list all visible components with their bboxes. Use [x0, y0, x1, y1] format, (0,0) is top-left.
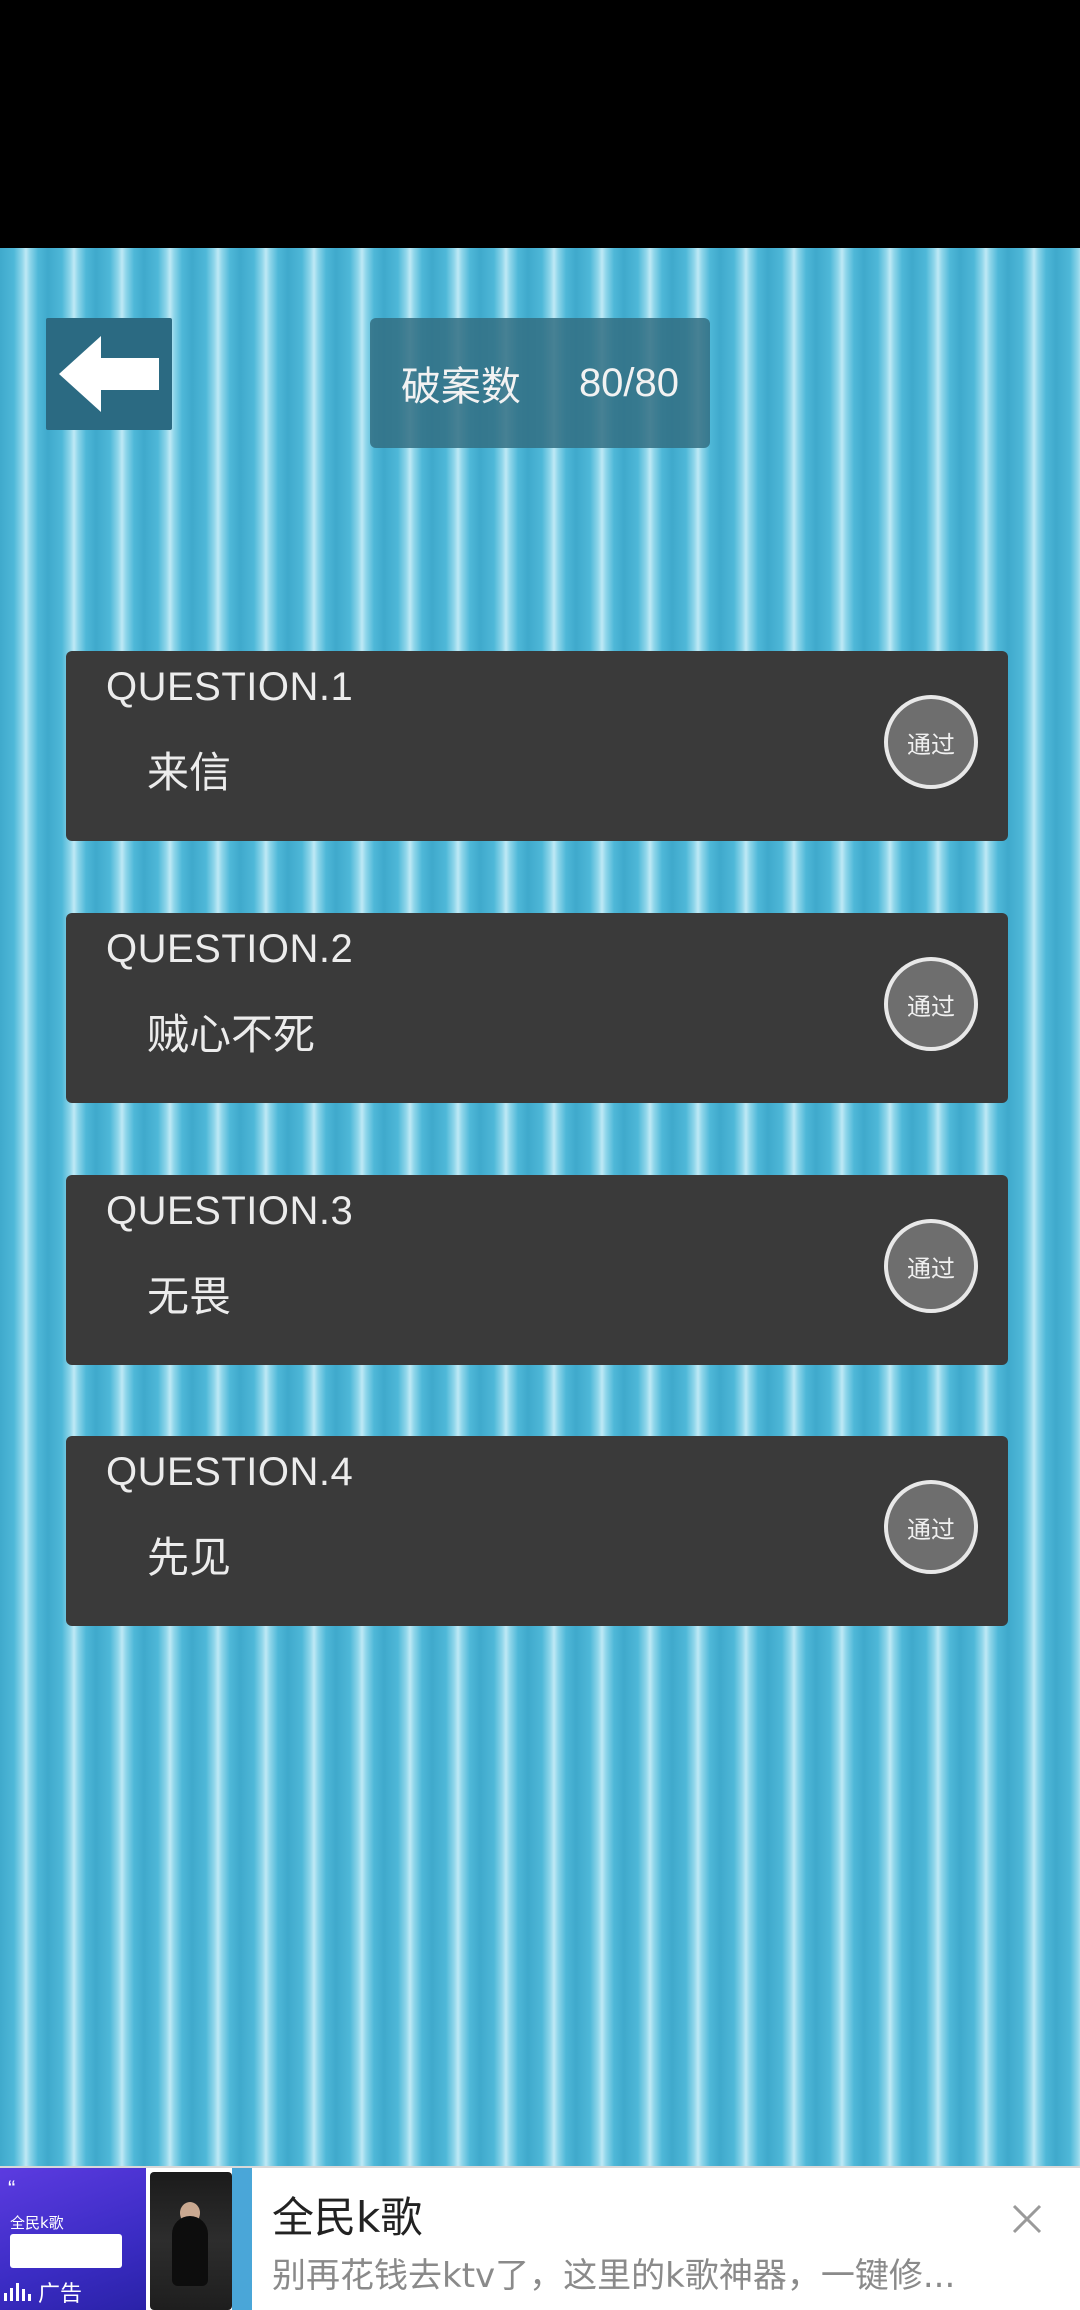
question-card-3[interactable]: QUESTION.3 无畏 通过 — [66, 1175, 1008, 1365]
back-arrow-icon — [59, 336, 159, 412]
question-title: QUESTION.2 — [106, 927, 354, 971]
question-name: 先见 — [147, 1533, 232, 1582]
ad-accent-strip — [232, 2168, 252, 2310]
question-name: 来信 — [147, 748, 232, 797]
pass-badge[interactable]: 通过 — [884, 1219, 978, 1313]
ad-thumb-box — [10, 2234, 122, 2268]
question-title: QUESTION.3 — [106, 1189, 354, 1233]
quote-icon: “ — [8, 2176, 16, 2201]
ad-tag: 广告 — [4, 2276, 82, 2308]
question-name: 贼心不死 — [147, 1010, 316, 1059]
ad-divider — [0, 2166, 1080, 2168]
score-label: 破案数 — [400, 364, 521, 410]
score-value: 80/80 — [578, 360, 680, 405]
sound-wave-icon — [4, 2283, 31, 2301]
ad-thumb-text: 全民k歌 — [10, 2214, 64, 2232]
close-icon — [1012, 2204, 1042, 2234]
person-figure — [172, 2216, 208, 2286]
question-name: 无畏 — [147, 1272, 232, 1321]
ad-close-button[interactable] — [1002, 2194, 1052, 2244]
question-card-4[interactable]: QUESTION.4 先见 通过 — [66, 1436, 1008, 1626]
question-card-1[interactable]: QUESTION.1 来信 通过 — [66, 651, 1008, 841]
ad-thumbnail-promo[interactable]: “ 全民k歌 广告 — [0, 2168, 146, 2310]
ad-banner[interactable]: “ 全民k歌 广告 全民k歌 别再花钱去ktv了，这里的k歌神器，一键修... — [0, 2166, 1080, 2310]
question-card-2[interactable]: QUESTION.2 贼心不死 通过 — [66, 913, 1008, 1103]
pass-badge[interactable]: 通过 — [884, 957, 978, 1051]
ad-description[interactable]: 别再花钱去ktv了，这里的k歌神器，一键修... — [272, 2248, 992, 2297]
question-title: QUESTION.4 — [106, 1450, 354, 1494]
ad-thumbnail-photo[interactable] — [150, 2172, 232, 2310]
pass-badge[interactable]: 通过 — [884, 1480, 978, 1574]
ad-tag-label: 广告 — [38, 2282, 83, 2307]
score-panel: 破案数 80/80 — [370, 318, 710, 448]
back-button[interactable] — [46, 318, 172, 430]
status-bar-area — [0, 0, 1080, 248]
ad-title[interactable]: 全民k歌 — [272, 2184, 422, 2245]
question-title: QUESTION.1 — [106, 665, 354, 709]
pass-badge[interactable]: 通过 — [884, 695, 978, 789]
